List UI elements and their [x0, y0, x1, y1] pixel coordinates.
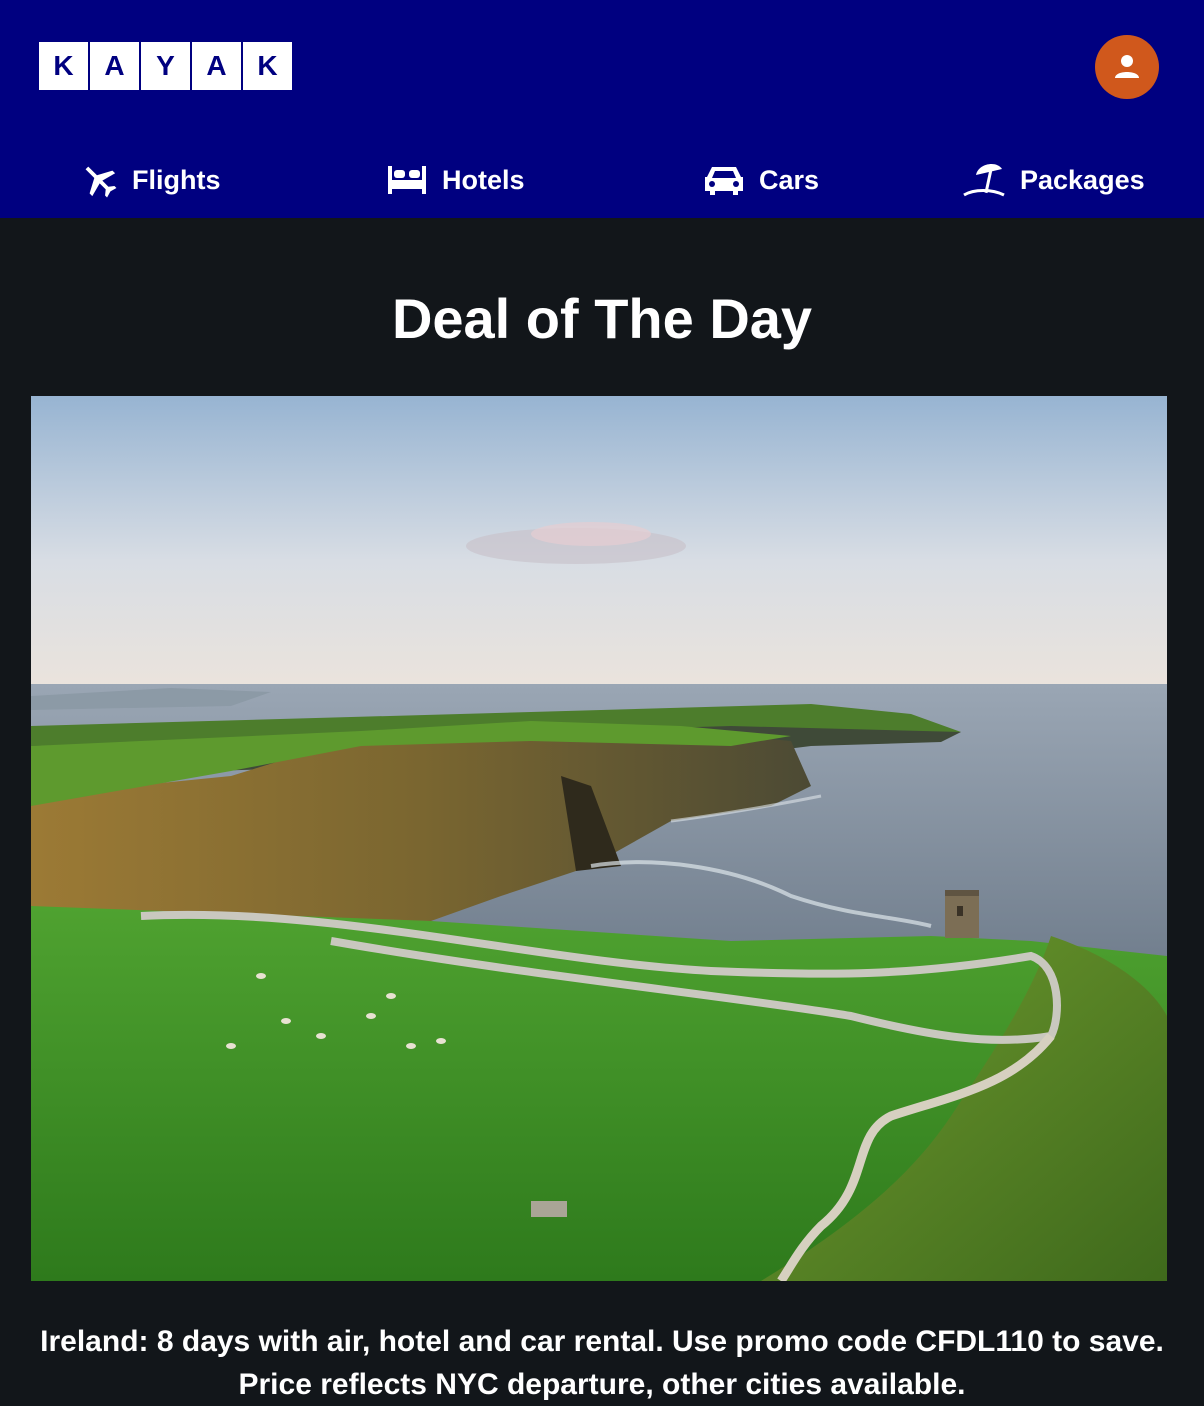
logo-letter: K [243, 42, 292, 90]
logo-letter: K [39, 42, 88, 90]
nav-item-flights[interactable]: Flights [80, 150, 221, 210]
logo-letter: A [90, 42, 139, 90]
logo-letter: A [192, 42, 241, 90]
kayak-logo[interactable]: K A Y A K [39, 42, 292, 90]
nav-item-hotels[interactable]: Hotels [386, 150, 525, 210]
cliffs-landscape-image [31, 396, 1167, 1281]
user-icon [1115, 55, 1139, 78]
nav-item-label: Cars [759, 164, 820, 195]
bed-icon [388, 166, 426, 194]
page-title: Deal of The Day [391, 287, 813, 350]
nav-item-packages[interactable]: Packages [962, 150, 1145, 210]
profile-button[interactable] [1095, 35, 1159, 99]
nav-item-label: Packages [1020, 164, 1145, 195]
airplane-icon [85, 166, 117, 198]
logo-letter: Y [141, 42, 190, 90]
beach-umbrella-icon [963, 164, 1005, 197]
nav-item-label: Flights [132, 164, 221, 195]
nav-item-label: Hotels [442, 164, 525, 195]
main-nav: Flights Hotels Cars Packages [0, 150, 1204, 210]
header: K A Y A K Flights Hotels Cars Packages [0, 0, 1204, 218]
deal-image[interactable] [31, 396, 1167, 1281]
deal-description: Ireland: 8 days with air, hotel and car … [40, 1325, 1164, 1401]
car-icon [705, 167, 743, 195]
nav-item-cars[interactable]: Cars [703, 150, 819, 210]
